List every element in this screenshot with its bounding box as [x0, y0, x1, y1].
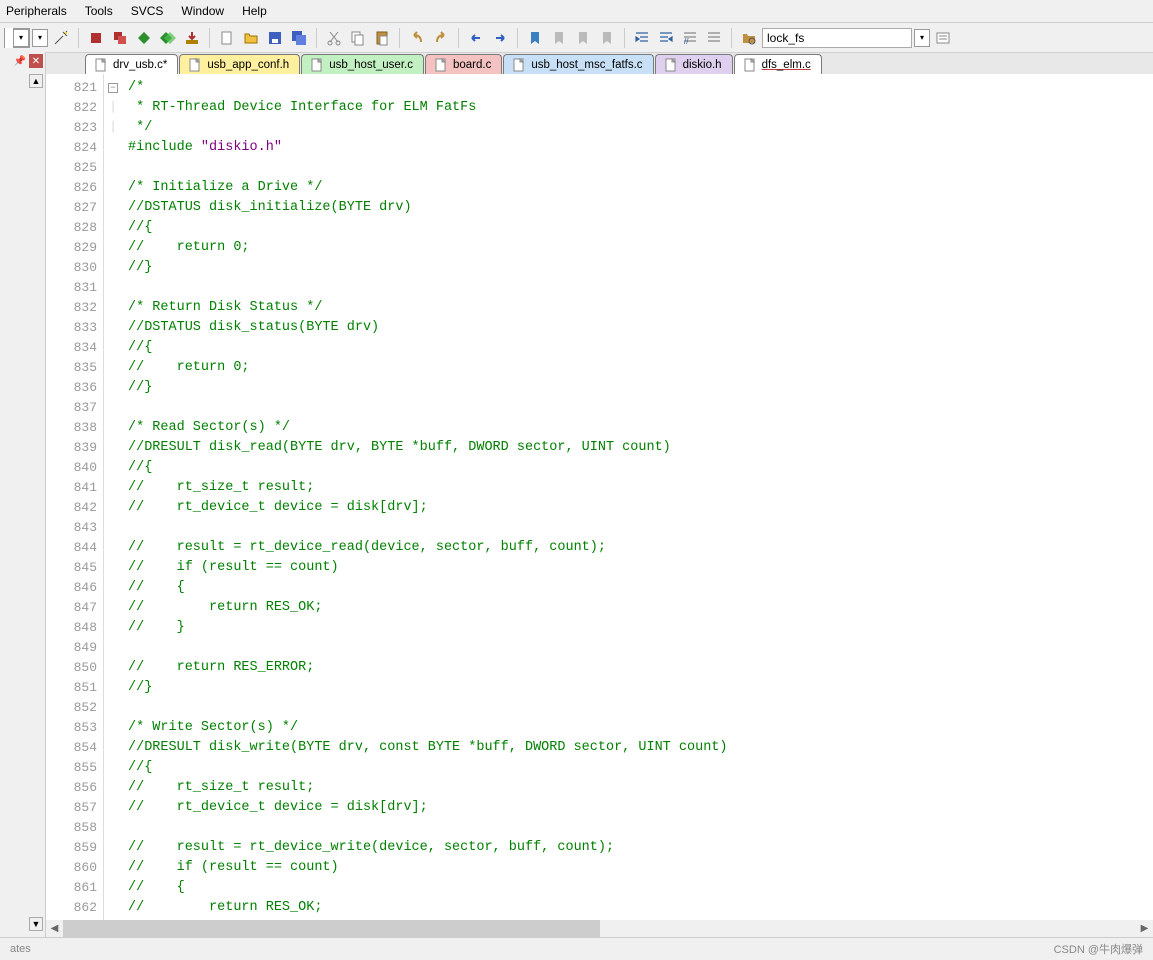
bookmark-next-icon[interactable] [572, 27, 594, 49]
copy-icon[interactable] [347, 27, 369, 49]
toolbar: ▾ ▾ // ▾ [0, 23, 1153, 53]
svg-text://: // [684, 37, 689, 46]
horizontal-scrollbar[interactable]: ◀ ▶ [46, 920, 1153, 937]
tabbar: drv_usb.c*usb_app_conf.husb_host_user.cb… [0, 53, 1153, 75]
tab-drv-usb-c-[interactable]: drv_usb.c* [85, 54, 178, 74]
save-all-icon[interactable] [288, 27, 310, 49]
build-icon[interactable] [85, 27, 107, 49]
tab-usb-host-msc-fatfs-c[interactable]: usb_host_msc_fatfs.c [503, 54, 653, 74]
redo-icon[interactable] [430, 27, 452, 49]
scroll-down-icon[interactable]: ▼ [29, 917, 43, 931]
download-icon[interactable] [181, 27, 203, 49]
config-icon[interactable] [932, 27, 954, 49]
menu-tools[interactable]: Tools [85, 4, 113, 18]
line-numbers: 821 822 823 824 825 826 827 828 829 830 … [46, 74, 104, 937]
menubar: Peripherals Tools SVCS Window Help [0, 0, 1153, 23]
menu-window[interactable]: Window [181, 4, 224, 18]
code-area[interactable]: /* * RT-Thread Device Interface for ELM … [122, 74, 1153, 937]
scroll-right-icon[interactable]: ▶ [1136, 920, 1153, 937]
undo-icon[interactable] [406, 27, 428, 49]
outdent-icon[interactable] [655, 27, 677, 49]
paste-icon[interactable] [371, 27, 393, 49]
tab-diskio-h[interactable]: diskio.h [655, 54, 733, 74]
search-input[interactable] [762, 28, 912, 48]
side-panel: 📌 ✕ ▲ ▼ [0, 52, 46, 937]
open-icon[interactable] [240, 27, 262, 49]
batch-build-icon[interactable] [157, 27, 179, 49]
status-left: ates [10, 943, 31, 955]
status-right: CSDN @牛肉爆弹 [1054, 941, 1143, 957]
build-all-icon[interactable] [109, 27, 131, 49]
find-in-files-icon[interactable] [738, 27, 760, 49]
uncomment-icon[interactable] [703, 27, 725, 49]
search-drop-icon[interactable]: ▾ [914, 29, 930, 47]
new-file-icon[interactable] [216, 27, 238, 49]
tab-dfs-elm-c[interactable]: dfs_elm.c [734, 54, 822, 75]
save-icon[interactable] [264, 27, 286, 49]
scroll-thumb[interactable] [63, 920, 600, 937]
close-panel-icon[interactable]: ✕ [29, 54, 43, 68]
comment-icon[interactable]: // [679, 27, 701, 49]
nav-forward-icon[interactable] [489, 27, 511, 49]
scroll-up-icon[interactable]: ▲ [29, 74, 43, 88]
statusbar: ates CSDN @牛肉爆弹 [0, 937, 1153, 960]
pin-icon[interactable]: 📌 [13, 54, 27, 68]
rebuild-icon[interactable] [133, 27, 155, 49]
bookmark-prev-icon[interactable] [548, 27, 570, 49]
scroll-left-icon[interactable]: ◀ [46, 920, 63, 937]
tab-board-c[interactable]: board.c [425, 54, 502, 74]
wand-icon[interactable] [50, 27, 72, 49]
menu-peripherals[interactable]: Peripherals [6, 4, 67, 18]
menu-svcs[interactable]: SVCS [131, 4, 164, 18]
nav-back-icon[interactable] [465, 27, 487, 49]
menu-help[interactable]: Help [242, 4, 267, 18]
indent-icon[interactable] [631, 27, 653, 49]
fold-column[interactable]: −││ [104, 74, 122, 937]
editor[interactable]: 821 822 823 824 825 826 827 828 829 830 … [46, 74, 1153, 937]
tab-usb-host-user-c[interactable]: usb_host_user.c [301, 54, 424, 74]
bookmark-clear-icon[interactable] [596, 27, 618, 49]
bookmark-icon[interactable] [524, 27, 546, 49]
cut-icon[interactable] [323, 27, 345, 49]
target-combo[interactable]: ▾ [4, 28, 30, 48]
tab-usb-app-conf-h[interactable]: usb_app_conf.h [179, 54, 300, 74]
drop-icon[interactable]: ▾ [32, 29, 48, 47]
